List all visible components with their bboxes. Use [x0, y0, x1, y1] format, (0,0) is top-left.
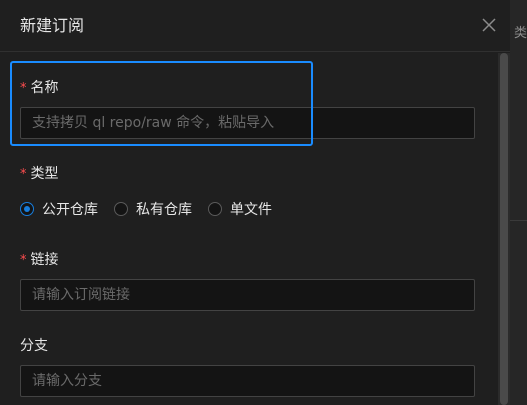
link-input[interactable] [20, 279, 475, 311]
radio-button-checked[interactable] [20, 202, 34, 216]
close-icon [482, 18, 496, 32]
form-body: *名称 *类型 公开仓库 私有仓库 单文件 *链接 [0, 53, 498, 405]
scrollbar-thumb[interactable] [500, 53, 508, 405]
modal-header: 新建订阅 [0, 0, 510, 52]
type-radio-group: 公开仓库 私有仓库 单文件 [20, 198, 288, 220]
scrollbar[interactable] [498, 53, 510, 405]
radio-button[interactable] [114, 202, 128, 216]
name-input[interactable] [20, 107, 475, 139]
radio-button[interactable] [208, 202, 222, 216]
close-button[interactable] [476, 12, 502, 38]
branch-label: 分支 [20, 336, 48, 356]
divider [510, 220, 527, 221]
radio-single-file[interactable]: 单文件 [208, 199, 272, 219]
link-label-text: 链接 [30, 252, 59, 268]
background-text: 类 [514, 26, 527, 41]
required-mark: * [20, 253, 27, 268]
radio-label: 单文件 [230, 202, 272, 218]
new-subscription-modal: 新建订阅 *名称 *类型 公开仓库 私有仓库 [0, 0, 510, 405]
background-page-strip: 类 [510, 0, 527, 405]
radio-label: 私有仓库 [136, 202, 192, 218]
type-label-text: 类型 [30, 166, 59, 182]
required-mark: * [20, 81, 27, 96]
radio-label: 公开仓库 [42, 202, 98, 218]
modal-title: 新建订阅 [20, 16, 85, 35]
branch-label-text: 分支 [20, 338, 48, 354]
name-label: * 名称 [20, 78, 59, 99]
required-mark: * [20, 167, 27, 182]
radio-private-repo[interactable]: 私有仓库 [114, 199, 192, 219]
name-label-text: 名称 [30, 80, 59, 96]
branch-input[interactable] [20, 365, 475, 397]
link-label: * 链接 [20, 250, 59, 271]
type-label: * 类型 [20, 164, 59, 185]
radio-public-repo[interactable]: 公开仓库 [20, 199, 98, 219]
